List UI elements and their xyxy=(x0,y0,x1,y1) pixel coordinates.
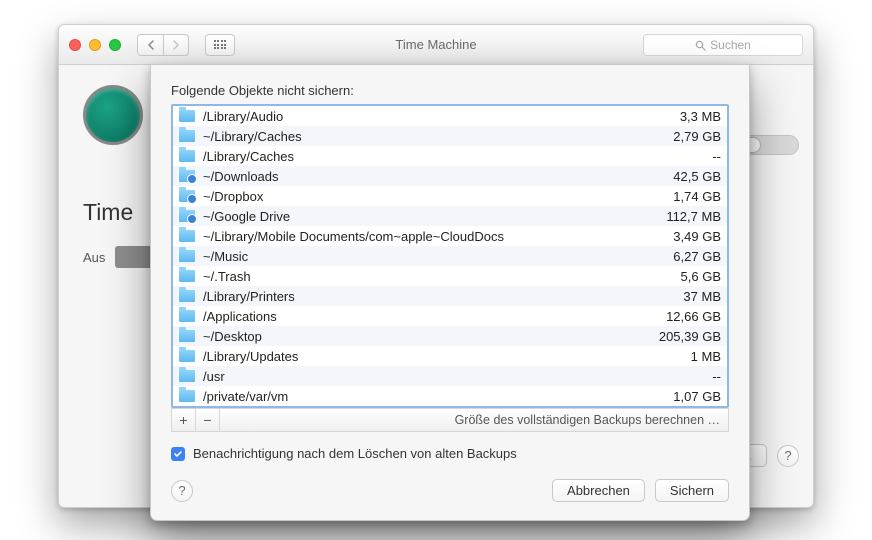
search-placeholder: Suchen xyxy=(710,38,751,52)
item-size: 6,27 GB xyxy=(663,249,721,264)
folder-icon xyxy=(179,310,195,322)
close-window-button[interactable] xyxy=(69,39,81,51)
folder-icon xyxy=(179,110,195,122)
item-size: -- xyxy=(702,369,721,384)
folder-icon xyxy=(179,210,195,222)
sheet-help-button[interactable]: ? xyxy=(171,480,193,502)
item-size: 3,49 GB xyxy=(663,229,721,244)
save-button[interactable]: Sichern xyxy=(655,479,729,502)
nav-back-forward xyxy=(137,34,189,56)
item-path: ~/Google Drive xyxy=(203,209,656,224)
grid-icon xyxy=(214,40,227,49)
time-machine-icon xyxy=(83,85,143,145)
list-item[interactable]: /Applications12,66 GB xyxy=(173,306,727,326)
folder-icon xyxy=(179,230,195,242)
folder-icon xyxy=(179,330,195,342)
list-item[interactable]: ~/Desktop205,39 GB xyxy=(173,326,727,346)
back-button[interactable] xyxy=(137,34,163,56)
notify-row: Benachrichtigung nach dem Löschen von al… xyxy=(171,446,729,461)
remove-item-button[interactable]: − xyxy=(196,409,220,431)
item-path: /Library/Printers xyxy=(203,289,673,304)
item-path: ~/Downloads xyxy=(203,169,663,184)
list-item[interactable]: /private/var/vm1,07 GB xyxy=(173,386,727,406)
item-path: ~/Dropbox xyxy=(203,189,663,204)
item-path: /Library/Updates xyxy=(203,349,681,364)
titlebar: Time Machine Suchen xyxy=(59,25,813,65)
calculate-size-button[interactable]: Größe des vollständigen Backups berechne… xyxy=(455,413,728,427)
notify-checkbox[interactable] xyxy=(171,447,185,461)
item-size: -- xyxy=(702,149,721,164)
show-all-button[interactable] xyxy=(205,34,235,56)
sheet-button-row: ? Abbrechen Sichern xyxy=(171,479,729,502)
list-item[interactable]: /Library/Updates1 MB xyxy=(173,346,727,366)
switch-label: Aus xyxy=(83,250,105,265)
folder-icon xyxy=(179,250,195,262)
item-path: ~/Library/Mobile Documents/com~apple~Clo… xyxy=(203,229,663,244)
check-icon xyxy=(173,449,183,459)
item-path: /Library/Audio xyxy=(203,109,670,124)
item-size: 205,39 GB xyxy=(649,329,721,344)
list-item[interactable]: ~/Dropbox1,74 GB xyxy=(173,186,727,206)
item-path: ~/Desktop xyxy=(203,329,649,344)
help-button[interactable]: ? xyxy=(777,445,799,467)
folder-icon xyxy=(179,270,195,282)
item-path: /usr xyxy=(203,369,702,384)
item-size: 1,07 GB xyxy=(663,389,721,404)
list-item[interactable]: /Library/Audio3,3 MB xyxy=(173,106,727,126)
folder-icon xyxy=(179,170,195,182)
item-size: 2,79 GB xyxy=(663,129,721,144)
item-size: 37 MB xyxy=(673,289,721,304)
list-item[interactable]: ~/.Trash5,6 GB xyxy=(173,266,727,286)
exclusions-list[interactable]: /Library/Audio3,3 MB~/Library/Caches2,79… xyxy=(171,104,729,408)
item-size: 1,74 GB xyxy=(663,189,721,204)
item-size: 3,3 MB xyxy=(670,109,721,124)
item-path: ~/Library/Caches xyxy=(203,129,663,144)
list-toolbar: + − Größe des vollständigen Backups bere… xyxy=(171,408,729,432)
item-size: 112,7 MB xyxy=(656,209,721,224)
chevron-left-icon xyxy=(147,40,155,50)
item-size: 1 MB xyxy=(681,349,721,364)
zoom-window-button[interactable] xyxy=(109,39,121,51)
item-path: /Library/Caches xyxy=(203,149,702,164)
item-size: 42,5 GB xyxy=(663,169,721,184)
list-item[interactable]: ~/Downloads42,5 GB xyxy=(173,166,727,186)
list-item[interactable]: /Library/Printers37 MB xyxy=(173,286,727,306)
folder-icon xyxy=(179,390,195,402)
folder-icon xyxy=(179,370,195,382)
item-path: ~/.Trash xyxy=(203,269,671,284)
chevron-right-icon xyxy=(172,40,180,50)
list-item[interactable]: ~/Music6,27 GB xyxy=(173,246,727,266)
minimize-window-button[interactable] xyxy=(89,39,101,51)
item-size: 12,66 GB xyxy=(656,309,721,324)
item-path: ~/Music xyxy=(203,249,663,264)
item-size: 5,6 GB xyxy=(671,269,721,284)
folder-icon xyxy=(179,190,195,202)
notify-label: Benachrichtigung nach dem Löschen von al… xyxy=(193,446,517,461)
item-path: /private/var/vm xyxy=(203,389,663,404)
exclusions-sheet: Folgende Objekte nicht sichern: /Library… xyxy=(150,64,750,521)
item-path: /Applications xyxy=(203,309,656,324)
sheet-heading: Folgende Objekte nicht sichern: xyxy=(171,83,729,98)
list-item[interactable]: ~/Library/Mobile Documents/com~apple~Clo… xyxy=(173,226,727,246)
list-item[interactable]: ~/Google Drive112,7 MB xyxy=(173,206,727,226)
list-item[interactable]: ~/Library/Caches2,79 GB xyxy=(173,126,727,146)
list-item[interactable]: /usr-- xyxy=(173,366,727,386)
window-controls xyxy=(69,39,121,51)
folder-icon xyxy=(179,130,195,142)
folder-icon xyxy=(179,350,195,362)
forward-button[interactable] xyxy=(163,34,189,56)
folder-icon xyxy=(179,290,195,302)
search-icon xyxy=(695,40,706,51)
list-item[interactable]: /Library/Caches-- xyxy=(173,146,727,166)
cancel-button[interactable]: Abbrechen xyxy=(552,479,645,502)
search-field[interactable]: Suchen xyxy=(643,34,803,56)
add-item-button[interactable]: + xyxy=(172,409,196,431)
folder-icon xyxy=(179,150,195,162)
